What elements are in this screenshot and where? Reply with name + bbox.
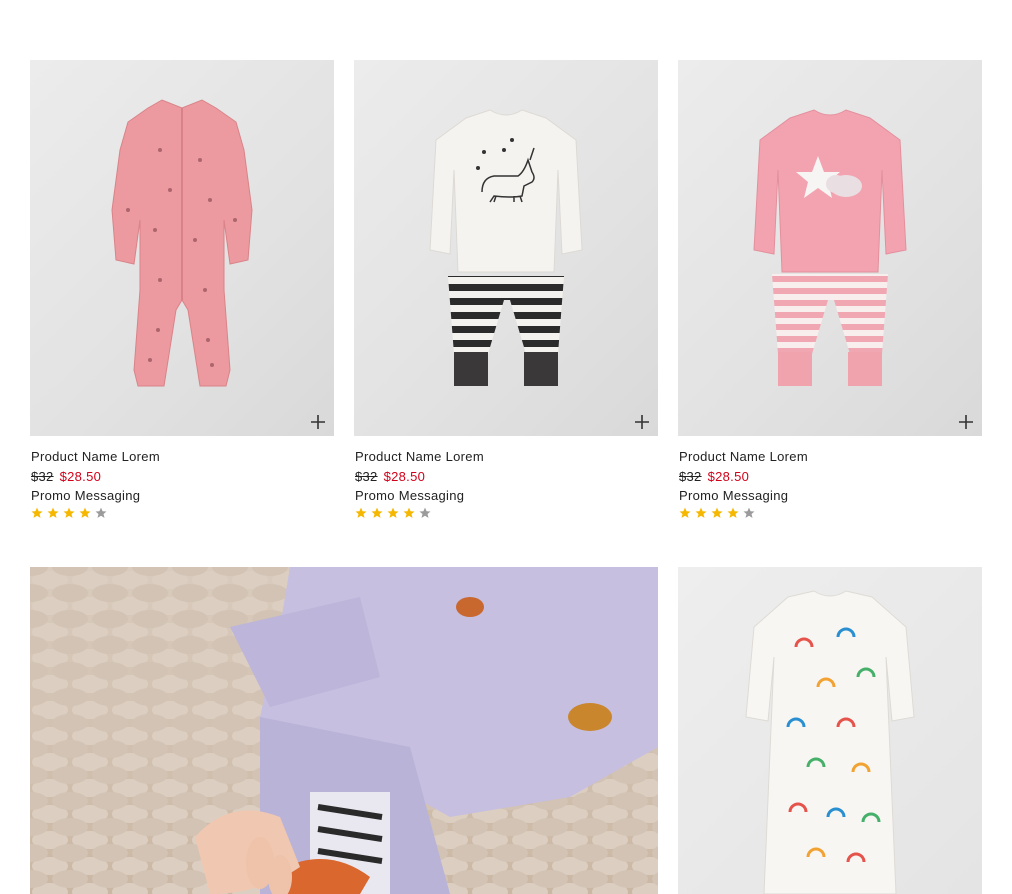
star-empty-icon bbox=[743, 507, 755, 518]
star-empty-icon bbox=[95, 507, 107, 518]
sale-price: $28.50 bbox=[383, 469, 426, 484]
product-card[interactable]: Product Name Lorem $32 $28.50 Promo Messa… bbox=[354, 60, 658, 521]
quick-add-plus-icon[interactable] bbox=[956, 412, 976, 432]
rating-stars bbox=[31, 507, 333, 521]
star-filled-icon bbox=[679, 507, 691, 518]
product-image[interactable] bbox=[678, 567, 982, 894]
product-name[interactable]: Product Name Lorem bbox=[31, 448, 333, 465]
product-image[interactable] bbox=[678, 60, 982, 436]
star-filled-icon bbox=[355, 507, 367, 518]
product-price: $32 $28.50 bbox=[31, 467, 333, 486]
product-name[interactable]: Product Name Lorem bbox=[355, 448, 657, 465]
original-price: $32 bbox=[679, 469, 702, 484]
star-filled-icon bbox=[371, 507, 383, 518]
product-card[interactable]: Product Name Lorem $32 $28.50 Promo Messa… bbox=[30, 60, 334, 521]
star-empty-icon bbox=[419, 507, 431, 518]
original-price: $32 bbox=[31, 469, 54, 484]
star-filled-icon bbox=[63, 507, 75, 518]
product-image[interactable] bbox=[30, 60, 334, 436]
promo-message: Promo Messaging bbox=[355, 488, 465, 503]
rating-stars bbox=[679, 507, 981, 521]
quick-add-plus-icon[interactable] bbox=[308, 412, 328, 432]
promo-message: Promo Messaging bbox=[31, 488, 141, 503]
product-image[interactable] bbox=[354, 60, 658, 436]
product-info: Product Name Lorem $32 $28.50 Promo Messa… bbox=[678, 436, 982, 521]
promo-message: Promo Messaging bbox=[679, 488, 789, 503]
star-filled-icon bbox=[387, 507, 399, 518]
star-filled-icon bbox=[695, 507, 707, 518]
quick-add-plus-icon[interactable] bbox=[632, 412, 652, 432]
product-price: $32 $28.50 bbox=[679, 467, 981, 486]
lifestyle-image[interactable] bbox=[30, 567, 658, 894]
product-info: Product Name Lorem $32 $28.50 Promo Messa… bbox=[354, 436, 658, 521]
product-info: Product Name Lorem $32 $28.50 Promo Messa… bbox=[30, 436, 334, 521]
star-filled-icon bbox=[79, 507, 91, 518]
product-name[interactable]: Product Name Lorem bbox=[679, 448, 981, 465]
star-filled-icon bbox=[47, 507, 59, 518]
original-price: $32 bbox=[355, 469, 378, 484]
star-filled-icon bbox=[727, 507, 739, 518]
star-filled-icon bbox=[403, 507, 415, 518]
product-card[interactable]: Product Name Lorem $32 $28.50 Promo Messa… bbox=[678, 60, 982, 521]
sale-price: $28.50 bbox=[707, 469, 750, 484]
star-filled-icon bbox=[711, 507, 723, 518]
sale-price: $28.50 bbox=[59, 469, 102, 484]
rating-stars bbox=[355, 507, 657, 521]
product-price: $32 $28.50 bbox=[355, 467, 657, 486]
star-filled-icon bbox=[31, 507, 43, 518]
